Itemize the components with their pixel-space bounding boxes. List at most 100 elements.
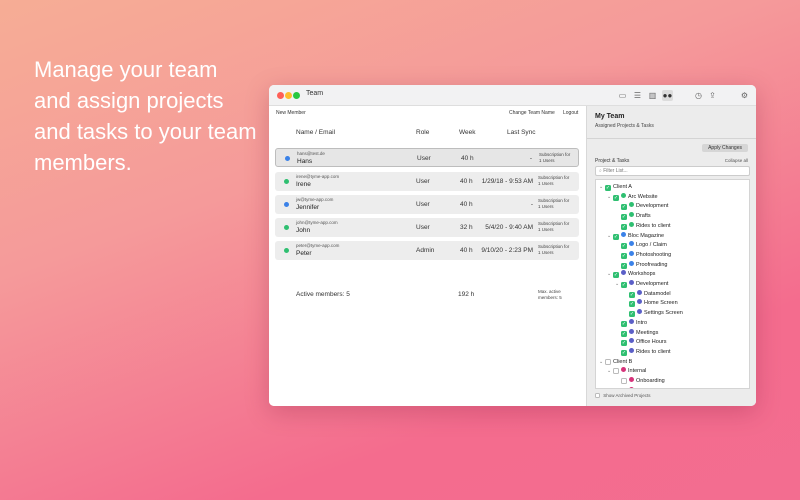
checkbox[interactable]: ✓ [621, 204, 627, 211]
tree-item[interactable]: ✓ Training [615, 386, 656, 388]
close-window-button[interactable] [277, 92, 284, 99]
tree-item[interactable]: ✓ Rides to client [615, 221, 671, 231]
checkbox[interactable]: ✓ [605, 358, 611, 365]
logout-button[interactable]: Logout [563, 110, 578, 116]
table-row[interactable]: hans@test.de Hans User 40 h - Subscription fo… [275, 148, 579, 167]
tree-item-label: Drafts [636, 213, 651, 220]
checkbox[interactable]: ✓ [613, 368, 619, 375]
checkbox[interactable]: ✓ [621, 243, 627, 250]
timer-icon[interactable]: ◷ [693, 90, 704, 101]
project-tree[interactable]: ⌄ ✓ Client A ⌄ ✓ Arc Website ✓ Development ✓ Draf… [595, 179, 750, 389]
checkbox[interactable]: ✓ [629, 311, 635, 318]
checkbox[interactable]: ✓ [629, 291, 635, 298]
table-row[interactable]: jw@tyme-app.com Jennifer User 40 h - Subscrip… [275, 195, 579, 214]
tree-item-label: Photoshooting [636, 251, 672, 258]
column-header-week[interactable]: Week [459, 129, 476, 136]
column-header-sync[interactable]: Last Sync [507, 129, 536, 136]
tree-item-label: Logo / Claim [636, 242, 667, 249]
team-icon[interactable]: ●● [662, 90, 673, 101]
checkbox[interactable]: ✓ [613, 272, 619, 279]
tree-item[interactable]: ✓ Rides to client [615, 347, 671, 357]
checkbox[interactable]: ✓ [613, 194, 619, 201]
member-week-hours: 40 h [460, 201, 473, 208]
chart-icon[interactable]: ▥ [647, 90, 658, 101]
filter-input[interactable] [603, 168, 734, 174]
member-email: john@tyme-app.com [296, 220, 338, 225]
column-header-role[interactable]: Role [416, 129, 429, 136]
checkbox[interactable]: ✓ [621, 252, 627, 259]
member-week-hours: 40 h [460, 178, 473, 185]
tree-item-label: Client A [613, 184, 632, 190]
table-row[interactable]: peter@tyme-app.com Peter Admin 40 h 9/10/20 … [275, 241, 579, 260]
checkbox[interactable]: ✓ [621, 387, 627, 388]
project-color-dot [629, 260, 634, 266]
tree-item[interactable]: ⌄✓Client B [599, 358, 632, 367]
project-color-dot [621, 270, 626, 276]
member-role: Admin [416, 247, 435, 254]
subscription-users: 1 Users [538, 249, 554, 255]
tree-item[interactable]: ✓ Logo / Claim [615, 241, 667, 250]
checkbox[interactable]: ✓ [605, 185, 611, 191]
tree-item[interactable]: ✓ Proofreading [615, 260, 668, 270]
status-dot [284, 248, 289, 253]
checkbox[interactable]: ✓ [621, 262, 627, 269]
column-header-name[interactable]: Name / Email [296, 129, 335, 136]
tree-item-label: Datamodel [644, 290, 671, 297]
tree-item[interactable]: ⌄ ✓ Workshops [607, 270, 655, 279]
tree-item[interactable]: ✓ Development [615, 202, 668, 211]
headline-line: Manage your team [34, 57, 218, 82]
tree-item[interactable]: ⌄ ✓ Arc Website [607, 192, 658, 202]
list-icon[interactable]: ☰ [632, 90, 643, 101]
checkbox[interactable]: ✓ [621, 282, 627, 288]
member-subscription: Subscription for 1 Users [539, 152, 579, 163]
calendar-icon[interactable]: ▭ [617, 90, 628, 101]
checkbox[interactable]: ✓ [629, 301, 635, 308]
member-week-hours: 32 h [460, 224, 473, 231]
collapse-all-button[interactable]: Collapse all [725, 158, 748, 163]
member-subscription: Subscription for 1 Users [538, 221, 578, 232]
checkbox[interactable]: ✓ [621, 330, 627, 337]
table-row[interactable]: john@tyme-app.com John User 32 h 5/4/20 - 9:… [275, 218, 579, 237]
new-member-button[interactable]: New Member [276, 110, 306, 116]
table-row[interactable]: irene@tyme-app.com Irene User 40 h 1/29/18 -… [275, 172, 579, 191]
checkbox[interactable]: ✓ [621, 320, 627, 327]
tree-item[interactable]: ✓ Office Hours [615, 338, 666, 347]
minimize-window-button[interactable] [285, 92, 292, 99]
tree-item[interactable]: ⌄ ✓ Development [615, 280, 668, 289]
tree-item[interactable]: ✓ Drafts [615, 212, 651, 221]
member-name: Hans [297, 158, 313, 165]
tree-item[interactable]: ✓ Meetings [615, 328, 658, 338]
checkbox[interactable] [595, 393, 600, 398]
member-name: Irene [296, 181, 311, 188]
checkbox[interactable]: ✓ [621, 223, 627, 230]
show-archived-toggle[interactable]: Show Archived Projects [595, 393, 651, 398]
checkbox[interactable]: ✓ [621, 378, 627, 384]
tree-item[interactable]: ⌄ ✓ Bloc Magazine [607, 231, 665, 241]
zoom-window-button[interactable] [293, 92, 300, 99]
checkbox[interactable]: ✓ [621, 349, 627, 356]
checkbox[interactable]: ✓ [621, 340, 627, 347]
member-subscription: Subscription for 1 Users [538, 198, 578, 209]
change-team-name-button[interactable]: Change Team Name [509, 110, 555, 116]
member-last-sync: - [530, 201, 533, 208]
checkbox[interactable]: ✓ [621, 214, 627, 221]
tree-item[interactable]: ✓ Onboarding [615, 377, 665, 386]
share-icon[interactable]: ⇪ [707, 90, 718, 101]
tree-item[interactable]: ⌄✓Internal [607, 367, 646, 376]
tree-item[interactable]: ✓ Home Screen [623, 299, 678, 308]
tree-item[interactable]: ⌄ ✓ Client A [599, 183, 632, 192]
tree-item-label: Bloc Magazine [628, 232, 665, 239]
tree-item[interactable]: ✓ Settings Screen [623, 309, 683, 318]
max-active-members: Max. active members: 5 [538, 289, 578, 300]
headline-line: and tasks to your team [34, 119, 257, 144]
gear-icon[interactable]: ⚙ [739, 90, 750, 101]
checkbox[interactable]: ✓ [613, 233, 619, 240]
active-members-count: Active members: 5 [296, 291, 350, 298]
filter-field[interactable]: ⌕ [595, 166, 750, 176]
project-color-dot [629, 212, 634, 218]
tree-item[interactable]: ✓ Photoshooting [615, 250, 672, 260]
tree-item[interactable]: ✓ Datamodel [623, 289, 671, 299]
apply-changes-button[interactable]: Apply Changes [702, 144, 748, 152]
tree-item[interactable]: ✓ Intro [615, 318, 647, 328]
member-email: hans@test.de [297, 151, 325, 156]
